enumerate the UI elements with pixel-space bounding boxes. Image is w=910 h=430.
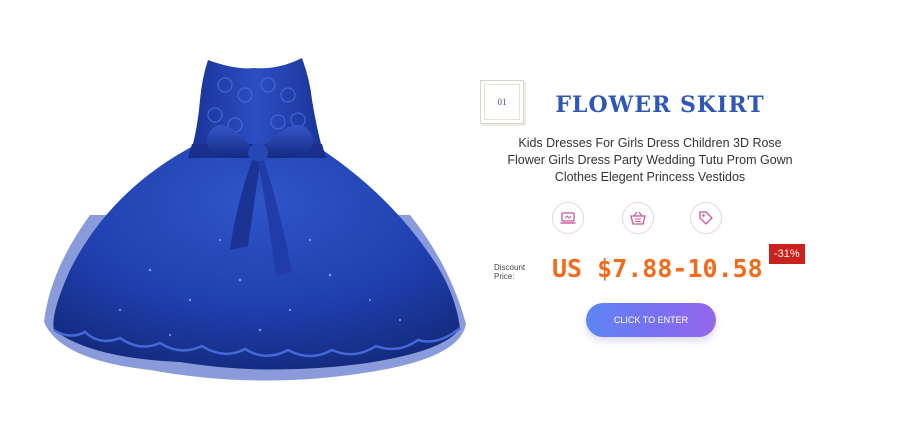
laptop-icon[interactable] [552, 202, 584, 234]
product-description: Kids Dresses For Girls Dress Children 3D… [507, 136, 793, 184]
feature-icons [552, 202, 732, 236]
price-tag-icon[interactable] [690, 202, 722, 234]
click-to-enter-button[interactable]: CLICK TO ENTER [586, 303, 716, 337]
index-number: 01 [484, 84, 520, 120]
shopping-basket-icon[interactable] [622, 202, 654, 234]
product-title: FLOWER SKIRT [555, 92, 765, 118]
discount-price-label: Discount Price: [494, 263, 526, 281]
product-image-dress [44, 58, 466, 381]
discount-badge: -31% [769, 244, 805, 264]
product-price: US $7.88-10.58 [552, 254, 763, 283]
index-number-box: 01 [480, 80, 524, 124]
